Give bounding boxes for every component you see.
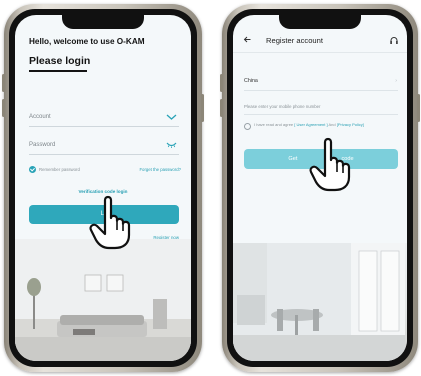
header-divider: [233, 52, 407, 53]
phone-frame-left: Hello, welcome to use O-KAM Please login…: [2, 4, 204, 372]
forgot-password-link[interactable]: Forget the password?: [139, 167, 181, 172]
power-button: [417, 94, 420, 122]
field-divider: [244, 114, 398, 115]
user-agreement-link[interactable]: [ User Agreement ]: [294, 122, 327, 127]
living-room-illustration: [15, 239, 191, 361]
account-field[interactable]: Account: [29, 111, 179, 127]
phone-notch: [279, 15, 361, 29]
password-placeholder: Password: [29, 142, 56, 148]
room-image: [233, 243, 405, 361]
chevron-right-icon[interactable]: ›: [395, 78, 397, 84]
country-select[interactable]: China: [244, 78, 258, 84]
pointing-hand-icon: [89, 195, 131, 250]
remember-row: Remember password Forget the password?: [29, 166, 181, 175]
chevron-down-icon[interactable]: [166, 113, 177, 121]
field-divider: [244, 90, 398, 91]
phone-notch: [62, 15, 144, 29]
remember-password-label[interactable]: Remember password: [39, 167, 80, 172]
volume-button: [220, 74, 223, 92]
agree-prefix: I have read and agree: [254, 122, 295, 127]
volume-button: [220, 99, 223, 117]
volume-button: [2, 99, 5, 117]
greeting-text: Hello, welcome to use O-KAM: [29, 37, 145, 46]
account-placeholder: Account: [29, 114, 51, 120]
pointing-hand-icon: [309, 137, 351, 192]
page-title: Register account: [266, 36, 323, 45]
password-field[interactable]: Password: [29, 139, 179, 155]
agree-and: And: [327, 122, 337, 127]
phone-bezel: Hello, welcome to use O-KAM Please login…: [9, 9, 197, 367]
back-arrow-icon[interactable]: [243, 35, 252, 44]
login-screen: Hello, welcome to use O-KAM Please login…: [15, 15, 191, 361]
volume-button: [2, 74, 5, 92]
agreement-radio[interactable]: [244, 123, 251, 130]
power-button: [201, 94, 204, 122]
title-underline: [29, 70, 87, 72]
eye-closed-icon[interactable]: [166, 141, 177, 149]
check-icon[interactable]: [29, 166, 36, 173]
privacy-policy-link[interactable]: [Privacy Policy]: [337, 122, 364, 127]
page-title: Please login: [29, 55, 91, 67]
kitchen-illustration: [233, 243, 407, 361]
phone-number-input[interactable]: Please enter your mobile phone number: [244, 104, 320, 109]
agreement-text: I have read and agree [ User Agreement ]…: [254, 122, 394, 127]
button-label-left: Get: [288, 156, 298, 162]
headset-icon[interactable]: [389, 36, 399, 45]
room-image: [15, 239, 191, 361]
